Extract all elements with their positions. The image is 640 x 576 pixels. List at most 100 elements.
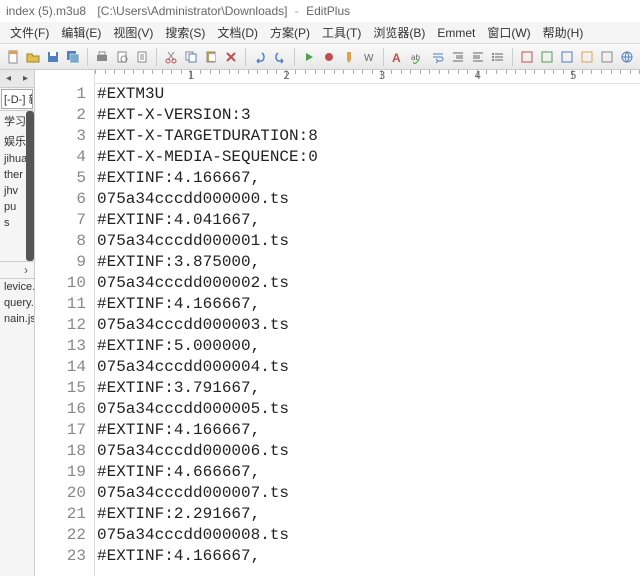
code-line[interactable]: #EXTINF:4.666667, <box>97 462 640 483</box>
code-line[interactable]: #EXTINF:2.291667, <box>97 504 640 525</box>
settings-button[interactable] <box>133 47 151 67</box>
code-line[interactable]: #EXTINF:4.166667, <box>97 168 640 189</box>
code-line[interactable]: #EXTM3U <box>97 84 640 105</box>
wrap-button[interactable] <box>429 47 447 67</box>
sidebar-tab-right[interactable]: ▸ <box>17 73 34 84</box>
save-button[interactable] <box>44 47 62 67</box>
line-number: 20 <box>35 483 94 504</box>
chevron-right-icon: › <box>24 263 28 277</box>
line-number: 1 <box>35 84 94 105</box>
toolbar-sep-6 <box>512 48 513 66</box>
menu-window[interactable]: 窗口(W) <box>481 22 536 43</box>
undo-button[interactable] <box>251 47 269 67</box>
tool-col5-button[interactable] <box>598 47 616 67</box>
line-number: 18 <box>35 441 94 462</box>
title-sep <box>90 4 93 18</box>
outdent-button[interactable] <box>469 47 487 67</box>
drive-combo[interactable]: [-D-] 新. <box>1 89 33 109</box>
code-line[interactable]: #EXTINF:4.041667, <box>97 210 640 231</box>
redo-button[interactable] <box>271 47 289 67</box>
code-line[interactable]: #EXTINF:4.166667, <box>97 420 640 441</box>
code-line[interactable]: 075a34cccdd000008.ts <box>97 525 640 546</box>
code-line[interactable]: #EXTINF:4.166667, <box>97 294 640 315</box>
code-line[interactable]: #EXTINF:3.875000, <box>97 252 640 273</box>
sidebar-expand-bar[interactable]: › <box>0 261 34 279</box>
menu-help[interactable]: 帮助(H) <box>537 22 590 43</box>
title-dash: - <box>291 4 302 18</box>
code-line[interactable]: #EXT-X-MEDIA-SEQUENCE:0 <box>97 147 640 168</box>
column-ruler: 12345 <box>95 70 640 84</box>
menu-emmet[interactable]: Emmet <box>431 24 481 42</box>
editor-wrap: 12345 #EXTM3U#EXT-X-VERSION:3#EXT-X-TARG… <box>95 70 640 576</box>
code-line[interactable]: #EXTINF:5.000000, <box>97 336 640 357</box>
tool-col2-button[interactable] <box>538 47 556 67</box>
toolbar-sep-2 <box>156 48 157 66</box>
save-all-button[interactable] <box>64 47 82 67</box>
print-button[interactable] <box>93 47 111 67</box>
menu-view[interactable]: 视图(V) <box>107 22 159 43</box>
title-app: EditPlus <box>306 4 350 18</box>
tool-col1-button[interactable] <box>518 47 536 67</box>
line-number: 23 <box>35 546 94 567</box>
sidebar: ◂ ▸ [-D-] 新. 学习 娱乐 jihua ther jhv pu s ›… <box>0 70 35 576</box>
line-number: 19 <box>35 462 94 483</box>
line-number: 16 <box>35 399 94 420</box>
code-line[interactable]: 075a34cccdd000002.ts <box>97 273 640 294</box>
font-button[interactable]: A <box>389 47 407 67</box>
new-file-button[interactable] <box>4 47 22 67</box>
line-number: 4 <box>35 147 94 168</box>
sidebar-tab-left[interactable]: ◂ <box>0 73 17 84</box>
menu-document[interactable]: 文档(D) <box>211 22 264 43</box>
delete-button[interactable] <box>222 47 240 67</box>
code-line[interactable]: 075a34cccdd000001.ts <box>97 231 640 252</box>
copy-button[interactable] <box>182 47 200 67</box>
code-line[interactable]: #EXTINF:4.166667, <box>97 546 640 567</box>
code-line[interactable]: #EXT-X-TARGETDURATION:8 <box>97 126 640 147</box>
ruler-mark: 4 <box>474 70 481 82</box>
menu-project[interactable]: 方案(P) <box>264 22 316 43</box>
line-number: 7 <box>35 210 94 231</box>
line-number: 2 <box>35 105 94 126</box>
line-number: 14 <box>35 357 94 378</box>
paste-button[interactable] <box>202 47 220 67</box>
menu-file[interactable]: 文件(F) <box>4 22 55 43</box>
record-button[interactable] <box>320 47 338 67</box>
menu-tools[interactable]: 工具(T) <box>316 22 367 43</box>
title-bar: index (5).m3u8 [C:\Users\Administrator\D… <box>0 0 640 22</box>
svg-text:W: W <box>364 53 374 64</box>
line-number: 5 <box>35 168 94 189</box>
code-line[interactable]: 075a34cccdd000007.ts <box>97 483 640 504</box>
sidebar-file-item[interactable]: query.m <box>0 295 34 311</box>
menu-browser[interactable]: 浏览器(B) <box>367 22 431 43</box>
ruler-mark: 3 <box>379 70 386 82</box>
code-line[interactable]: #EXT-X-VERSION:3 <box>97 105 640 126</box>
tool-col3-button[interactable] <box>558 47 576 67</box>
browser-button[interactable] <box>618 47 636 67</box>
editor-content[interactable]: #EXTM3U#EXT-X-VERSION:3#EXT-X-TARGETDURA… <box>95 84 640 576</box>
marker-button[interactable] <box>340 47 358 67</box>
open-file-button[interactable] <box>24 47 42 67</box>
sidebar-file-item[interactable]: nain.js <box>0 311 34 327</box>
spell-button[interactable]: ab <box>409 47 427 67</box>
menu-search[interactable]: 搜索(S) <box>159 22 211 43</box>
code-line[interactable]: 075a34cccdd000004.ts <box>97 357 640 378</box>
find-word-button[interactable]: W <box>360 47 378 67</box>
code-line[interactable]: 075a34cccdd000006.ts <box>97 441 640 462</box>
tool-col4-button[interactable] <box>578 47 596 67</box>
print-preview-button[interactable] <box>113 47 131 67</box>
code-line[interactable]: 075a34cccdd000003.ts <box>97 315 640 336</box>
sidebar-scrollbar[interactable] <box>26 111 34 261</box>
toolbar: W A ab <box>0 44 640 70</box>
line-number: 17 <box>35 420 94 441</box>
code-line[interactable]: #EXTINF:3.791667, <box>97 378 640 399</box>
code-line[interactable]: 075a34cccdd000000.ts <box>97 189 640 210</box>
code-line[interactable]: 075a34cccdd000005.ts <box>97 399 640 420</box>
list-button[interactable] <box>489 47 507 67</box>
indent-button[interactable] <box>449 47 467 67</box>
line-number: 6 <box>35 189 94 210</box>
cut-button[interactable] <box>162 47 180 67</box>
menu-edit[interactable]: 编辑(E) <box>55 22 107 43</box>
sidebar-file-item[interactable]: levice.m <box>0 279 34 295</box>
title-path: [C:\Users\Administrator\Downloads] <box>97 4 287 18</box>
play-button[interactable] <box>300 47 318 67</box>
